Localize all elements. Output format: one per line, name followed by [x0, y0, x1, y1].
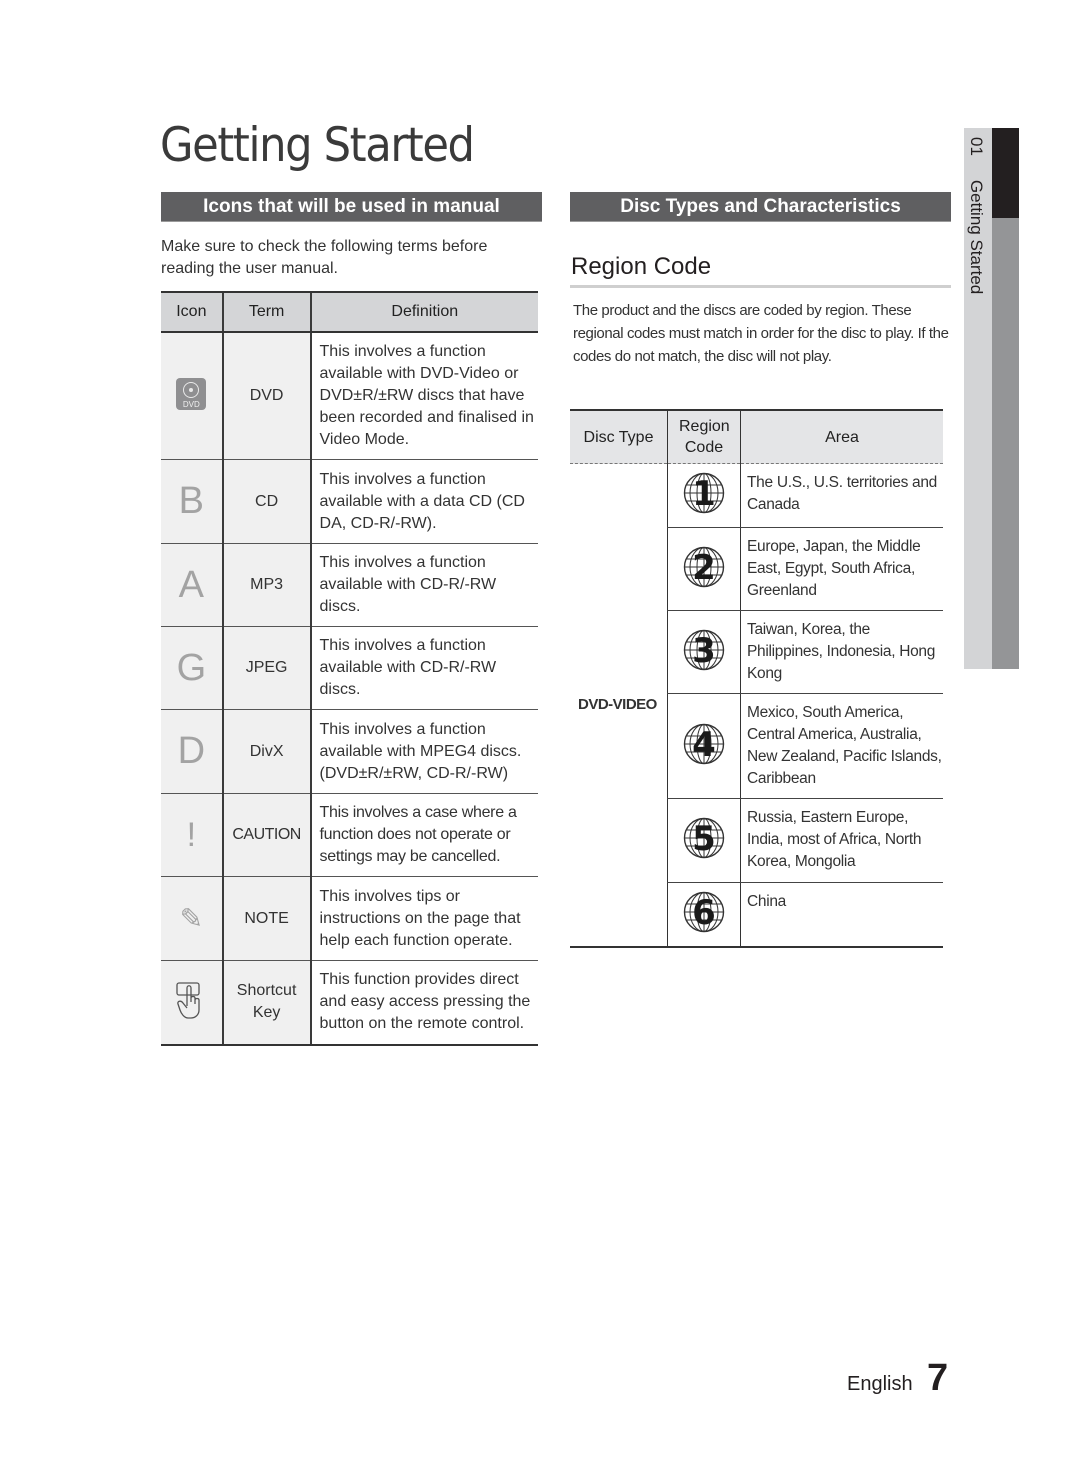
term: Shortcut Key [221, 960, 311, 1046]
table-row: DVD-VIDEO 1 The U.S., U.S. territories and… [570, 463, 943, 948]
term: NOTE [221, 876, 311, 961]
chapter-number: 01 [967, 137, 986, 156]
term: CD [221, 459, 311, 544]
section-header-disc-types: Disc Types and Characteristics [570, 192, 951, 222]
mp3-icon: A [178, 563, 205, 606]
footer-language: English [847, 1373, 913, 1395]
page-title: Getting Started [160, 118, 475, 173]
definition: This function provides direct and easy a… [309, 960, 538, 1046]
table-header-row: Disc Type Region Code Area [570, 409, 943, 464]
divider [570, 285, 951, 288]
chapter-title: Getting Started [967, 179, 986, 295]
table-header-row: Icon Term Definition [161, 291, 538, 333]
definition: This involves a case where a function do… [309, 793, 538, 877]
definition: This involves a function available with … [309, 332, 538, 460]
definition: This involves a function available with … [309, 626, 538, 710]
column-header-definition: Definition [309, 291, 538, 333]
hand-press-icon [175, 982, 207, 1024]
cd-icon: B [178, 480, 205, 522]
region-code: 5 [692, 819, 716, 859]
region-code-title: Region Code [571, 253, 712, 280]
table-row: Shortcut Key This function provides dire… [161, 960, 538, 1046]
region-code: 1 [692, 474, 716, 514]
disc-type: DVD-VIDEO [570, 463, 668, 948]
definition: This involves a function available with … [309, 543, 538, 627]
caution-icon: ! [186, 815, 197, 854]
page-number: 7 [927, 1357, 949, 1399]
region-area: China [740, 882, 943, 948]
term: CAUTION [221, 793, 311, 877]
column-header-icon: Icon [161, 291, 223, 333]
region-code: 6 [692, 892, 716, 933]
region-area: Europe, Japan, the Middle East, Egypt, S… [740, 527, 943, 611]
table-row: G JPEG This involves a function availabl… [161, 626, 538, 710]
column-header-disc-type: Disc Type [570, 409, 668, 464]
intro-text: Make sure to check the following terms b… [161, 238, 488, 277]
region-globe-icon: 2 [683, 546, 725, 588]
column-header-term: Term [221, 291, 311, 333]
section-header-icons: Icons that will be used in manual [161, 192, 542, 222]
region-code: 2 [692, 547, 716, 588]
region-globe-icon: 1 [683, 472, 725, 514]
region-area: Mexico, South America, Central America, … [740, 693, 943, 799]
region-code-description: The product and the discs are coded by r… [573, 302, 949, 365]
chapter-tab-marker [992, 128, 1019, 218]
region-globe-icon: 4 [683, 723, 725, 765]
chapter-tab-bar [992, 218, 1019, 669]
region-area: Russia, Eastern Europe, India, most of A… [740, 798, 943, 883]
region-table: Disc Type Region Code Area DVD-VIDEO 1 The… [570, 409, 943, 948]
term: DVD [221, 332, 311, 460]
divx-icon: D [177, 730, 206, 772]
region-code: 4 [692, 724, 716, 765]
term: DivX [221, 709, 311, 794]
region-globe-icon: 3 [683, 629, 725, 671]
table-row: DVD DVD This involves a function availab… [161, 332, 538, 460]
table-row: B CD This involves a function available … [161, 459, 538, 544]
column-header-region-code: Region Code [667, 409, 741, 464]
table-row: ✎ NOTE This involves tips or instruction… [161, 876, 538, 961]
table-row: ! CAUTION This involves a case where a f… [161, 793, 538, 877]
term: MP3 [221, 543, 311, 627]
note-pencil-icon: ✎ [179, 903, 204, 934]
region-area: The U.S., U.S. territories and Canada [740, 463, 943, 528]
column-header-area: Area [740, 409, 943, 464]
definition: This involves a function available with … [309, 709, 538, 794]
region-globe-icon: 5 [683, 817, 725, 859]
icons-table: Icon Term Definition DVD DVD This involv… [161, 291, 538, 1046]
table-row: A MP3 This involves a function available… [161, 543, 538, 627]
definition: This involves tips or instructions on th… [309, 876, 538, 961]
table-row: D DivX This involves a function availabl… [161, 709, 538, 794]
term: JPEG [221, 626, 311, 710]
dvd-disc-icon: DVD [176, 377, 207, 410]
region-code: 3 [692, 630, 716, 671]
region-area: Taiwan, Korea, the Philippines, Indonesi… [740, 610, 943, 694]
definition: This involves a function available with … [309, 459, 538, 544]
chapter-label: 01 Getting Started [966, 137, 986, 294]
region-globe-icon: 6 [683, 891, 725, 933]
jpeg-icon: G [176, 646, 207, 689]
